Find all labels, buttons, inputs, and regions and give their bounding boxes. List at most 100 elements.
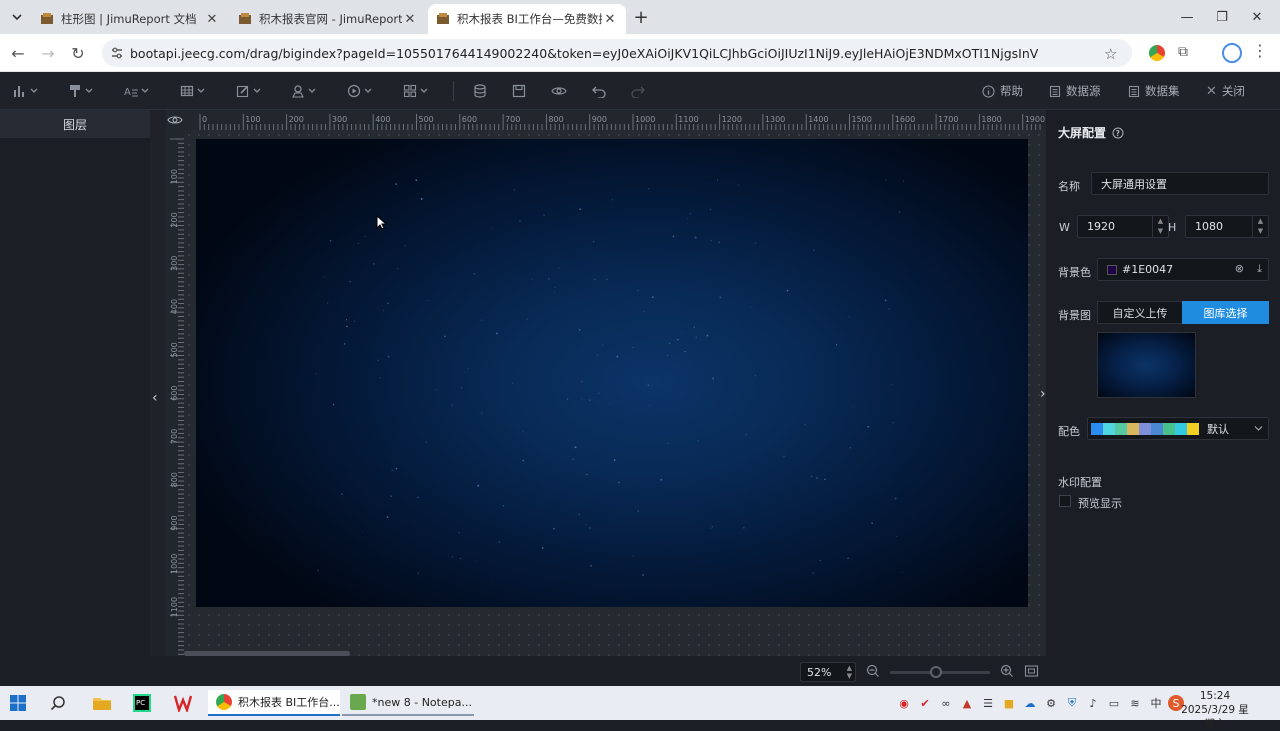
text-menu-button[interactable]: A [124,81,152,101]
browser-tab-2[interactable]: 积木报表官网 - JimuReport报 ✕ [230,4,426,34]
width-field[interactable]: 1920 ▲ ▼ [1077,215,1169,238]
close-window-icon[interactable]: ✕ [1234,0,1280,34]
zoom-in-icon[interactable] [1000,664,1014,681]
tab-search-button[interactable] [6,7,28,27]
style-menu-button[interactable] [68,81,96,101]
tray-app-icon[interactable]: ▲ [958,694,976,712]
battery-icon[interactable]: ▭ [1105,694,1123,712]
tray-app-icon[interactable]: ⚙ [1042,694,1060,712]
height-field[interactable]: 1080 ▲ ▼ [1185,215,1269,238]
database-button[interactable] [473,81,487,101]
dataset-button[interactable]: 数据集 [1128,81,1180,101]
zoom-out-icon[interactable] [866,664,880,681]
close-tab-icon[interactable]: ✕ [402,12,418,27]
width-stepper-icon[interactable]: ▲ ▼ [1152,216,1168,237]
star-dot [467,368,469,370]
bg-color-swatch[interactable] [1107,264,1117,275]
windows-logo-icon [10,695,26,711]
address-bar: ← → ↻ bootapi.jeecg.com/drag/bigindex?pa… [0,34,1280,72]
widgets-menu-button[interactable] [403,81,431,101]
search-button[interactable] [50,690,66,716]
redo-button[interactable] [631,81,645,101]
height-stepper-icon[interactable]: ▲ ▼ [1252,216,1268,237]
taskbar-notepad-item[interactable]: *new 8 - Notepa... [342,690,474,716]
fit-screen-icon[interactable] [1024,664,1039,681]
map-menu-button[interactable] [291,81,319,101]
ruler-corner-eye[interactable] [166,110,184,130]
browser-tab-1[interactable]: 柱形图 | JimuReport 文档 ✕ [32,4,228,34]
chevron-down-icon [1254,426,1263,431]
tray-app-icon[interactable]: ✔ [916,694,934,712]
shield-icon[interactable]: ⛨ [1063,694,1081,712]
ruler-tick-label: 800 [548,115,563,124]
zoom-input[interactable]: 52% ▲ ▼ [800,662,856,682]
ruler-tick-label: 400 [170,299,179,314]
chart-menu-button[interactable] [13,81,41,101]
star-dot [415,179,418,182]
record-icon[interactable]: ◉ [895,694,913,712]
extensions-puzzle-icon[interactable]: ⧉ [1178,44,1188,60]
forward-arrow-icon[interactable]: → [34,39,62,67]
horizontal-scrollbar[interactable] [184,651,350,656]
help-circle-icon[interactable]: ? [1112,127,1124,139]
clear-color-icon[interactable]: ⊗ [1235,262,1244,275]
file-explorer-button[interactable] [92,690,112,716]
bg-image-preview[interactable] [1097,332,1196,398]
star-dot [602,344,604,346]
url-input[interactable]: bootapi.jeecg.com/drag/bigindex?pageId=1… [102,39,1132,67]
dataset-label: 数据集 [1145,84,1180,98]
taskbar-chrome-item[interactable]: 积木报表 BI工作台... [208,690,340,716]
preview-button[interactable] [551,81,567,101]
datasource-button[interactable]: 数据源 [1049,81,1101,101]
reload-icon[interactable]: ↻ [64,39,92,67]
custom-upload-button[interactable]: 自定义上传 [1097,301,1183,324]
name-field[interactable]: 大屏通用设置 [1091,172,1269,195]
wps-button[interactable] [174,690,194,716]
chrome-extension-icon[interactable] [1149,45,1165,61]
preview-display-checkbox[interactable] [1059,495,1071,507]
eyedropper-icon[interactable]: ⤓ [1257,262,1262,276]
collapse-right-arrow-icon[interactable]: › [1040,386,1046,402]
menu-dots-icon[interactable]: ⋮ [1252,41,1268,60]
ruler-tick-label: 500 [170,342,179,357]
close-tab-icon[interactable]: ✕ [602,12,618,27]
table-menu-button[interactable] [180,81,208,101]
gallery-select-button[interactable]: 图库选择 [1182,301,1269,324]
jimu-favicon-icon [238,12,252,26]
bg-color-field[interactable]: #1E0047 ⊗ ⤓ [1097,258,1269,281]
wifi-icon[interactable]: ≋ [1126,694,1144,712]
tray-app-icon[interactable]: ☰ [979,694,997,712]
screen-canvas[interactable] [196,139,1028,607]
star-dot [609,402,611,404]
new-tab-button[interactable]: + [630,6,652,28]
star-dot [512,382,514,384]
layers-tab[interactable]: 图层 [0,110,150,138]
start-button[interactable] [10,690,26,716]
palette-select[interactable]: 默认 [1087,417,1269,440]
cloud-icon[interactable]: ☁ [1021,694,1039,712]
pycharm-button[interactable]: PC [133,690,151,716]
star-dot [572,458,575,461]
paint-brush-icon [70,85,80,97]
profile-icon[interactable] [1222,43,1242,63]
undo-button[interactable] [592,81,606,101]
zoom-slider-handle[interactable] [930,666,942,678]
collapse-left-arrow-icon[interactable]: ‹ [152,390,158,406]
close-tab-icon[interactable]: ✕ [204,12,220,27]
volume-icon[interactable]: ♪ [1084,694,1102,712]
bookmark-star-icon[interactable]: ☆ [1104,45,1117,63]
site-info-icon[interactable] [110,46,124,60]
svg-text:A: A [124,87,131,98]
close-editor-button[interactable]: ✕ 关闭 [1206,81,1245,101]
folder-tray-icon[interactable]: ■ [1000,694,1018,712]
zoom-stepper-icon[interactable]: ▲ ▼ [847,664,852,680]
clock[interactable]: 15:24 2025/3/29 星期六 [1180,689,1250,731]
back-arrow-icon[interactable]: ← [4,39,32,67]
media-menu-button[interactable] [347,81,375,101]
save-button[interactable] [512,81,526,101]
help-button[interactable]: 帮助 [982,81,1023,101]
ime-indicator[interactable]: 中 [1147,694,1165,712]
decoration-menu-button[interactable] [236,81,264,101]
browser-tab-3-active[interactable]: 积木报表 BI工作台—免费数据 ✕ [428,4,626,34]
link-icon[interactable]: ∞ [937,694,955,712]
